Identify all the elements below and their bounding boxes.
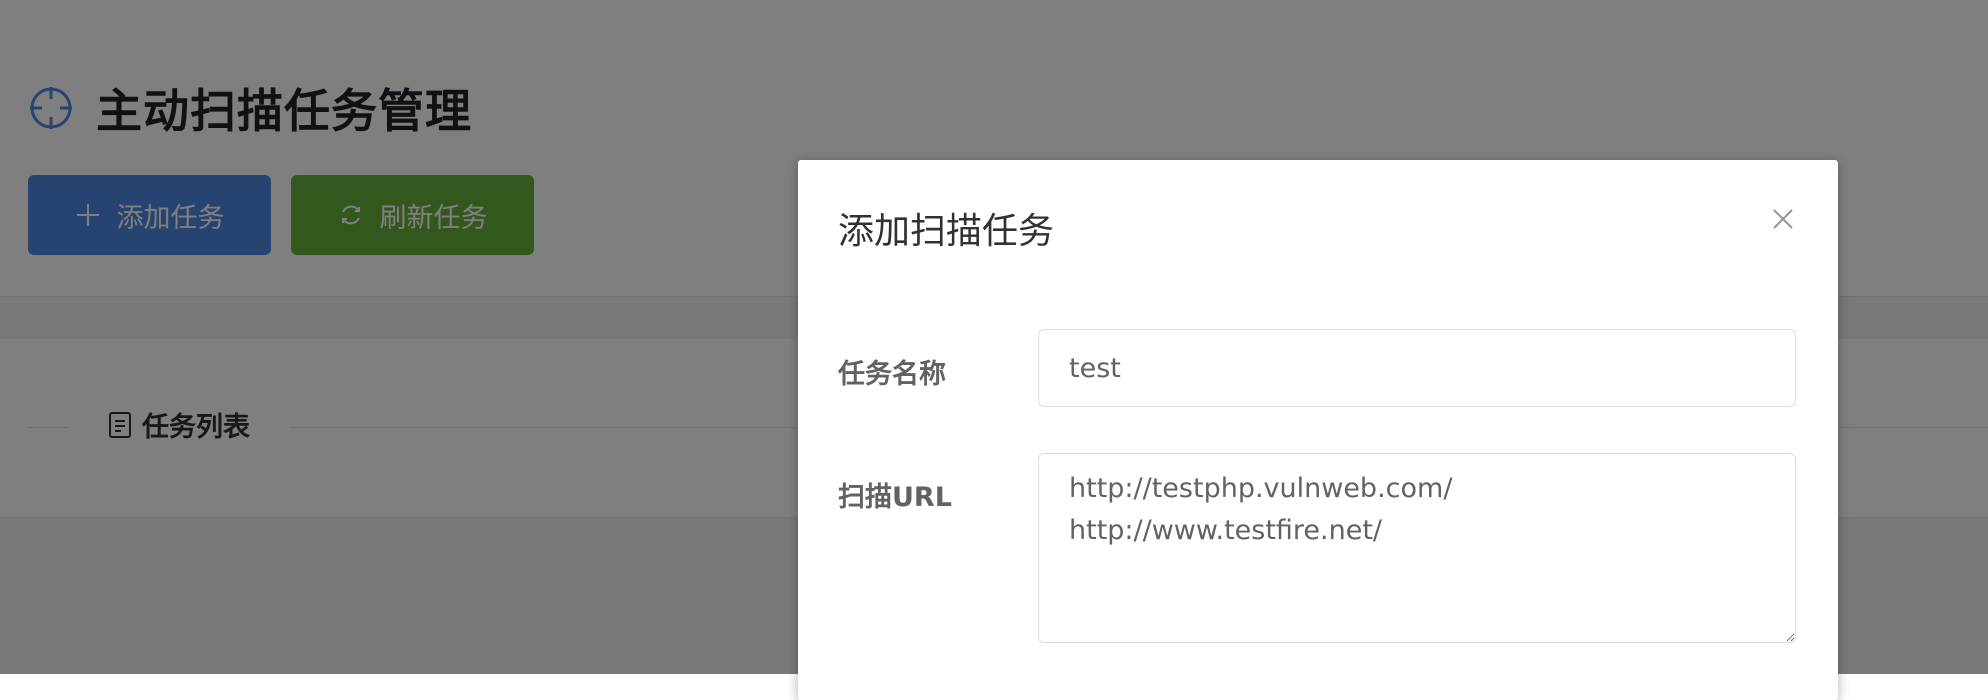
task-name-input[interactable]: [1038, 329, 1796, 407]
scan-url-textarea[interactable]: http://testphp.vulnweb.com/ http://www.t…: [1038, 453, 1796, 643]
close-icon[interactable]: [1768, 204, 1798, 234]
scan-url-label: 扫描URL: [838, 482, 952, 513]
task-name-label: 任务名称: [838, 359, 946, 390]
dialog-title: 添加扫描任务: [838, 211, 1055, 252]
add-scan-task-dialog: 添加扫描任务 任务名称 扫描URL http://testphp.vulnweb…: [798, 160, 1838, 700]
